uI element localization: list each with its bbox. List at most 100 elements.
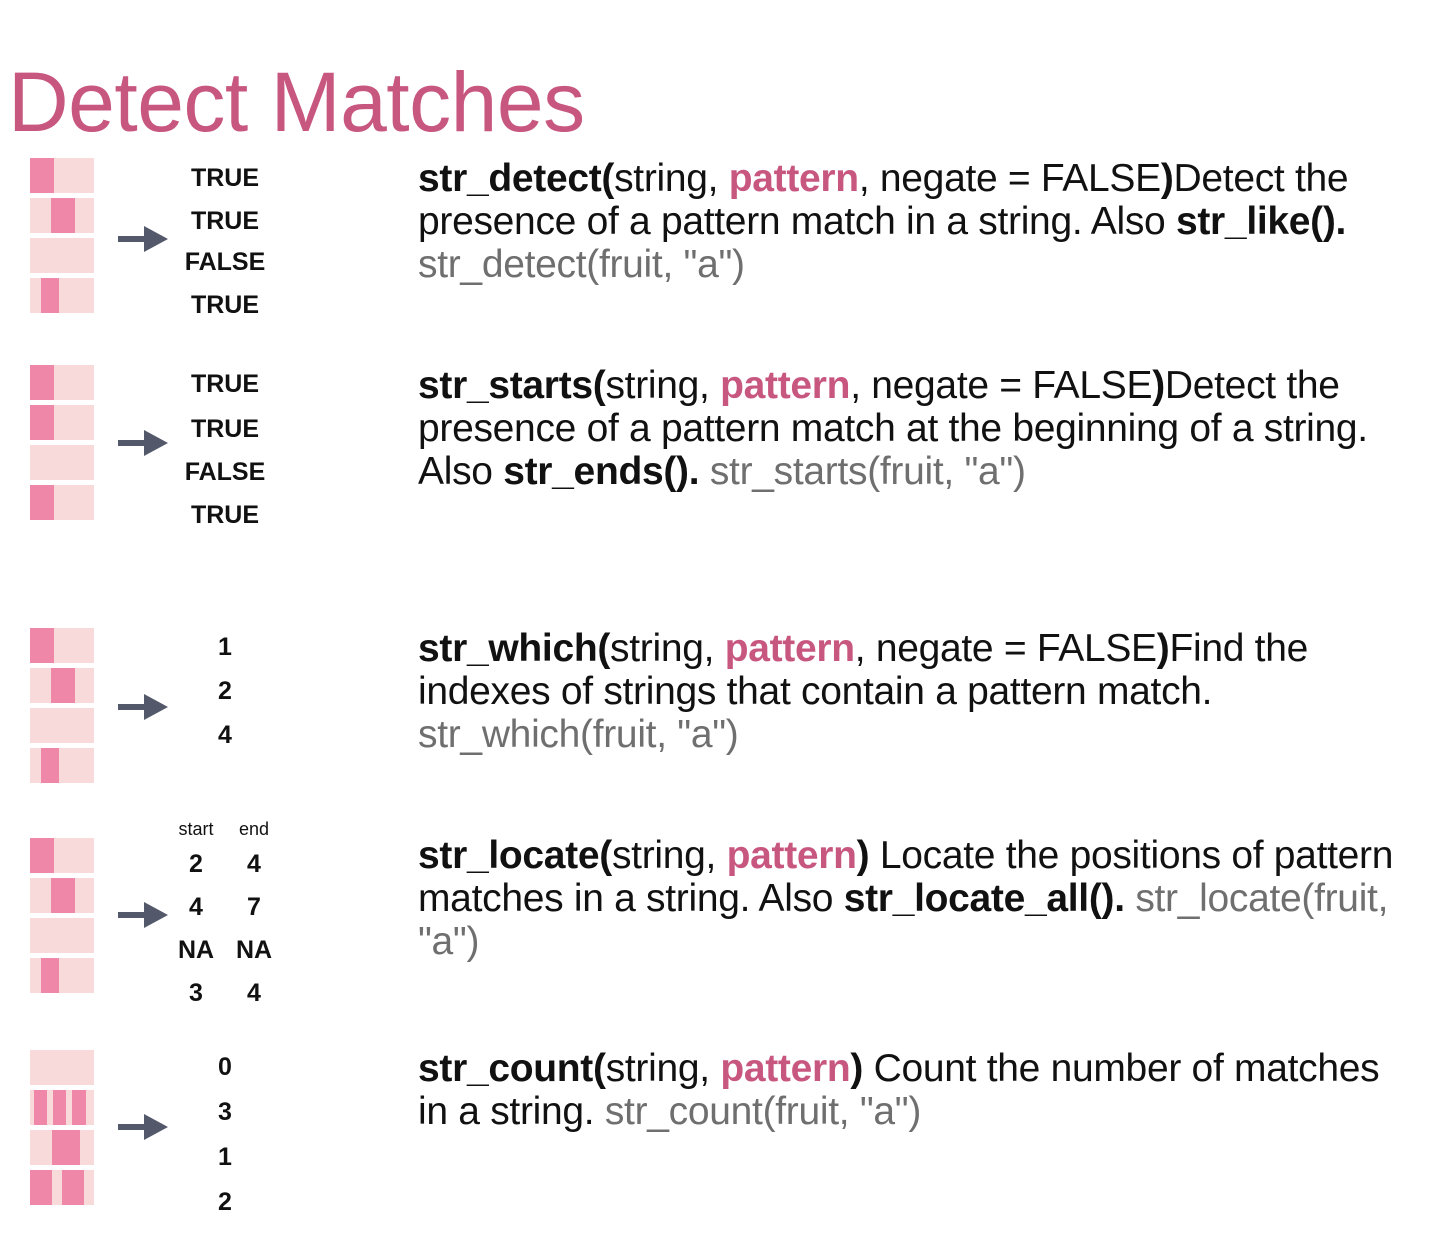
match-highlight [62,1170,84,1205]
string-cell-row [30,838,94,873]
string-cell-row [30,365,94,400]
result-value: TRUE [190,501,260,529]
string-cells-count-icon [30,1050,94,1205]
string-cell-row [30,158,94,193]
result-values-str_count: 0 3 1 2 [150,1055,300,1235]
result-value: NA [177,936,215,964]
function-description-str_count: str_count(string, pattern) Count the num… [418,1047,1418,1134]
match-highlight [30,405,54,440]
locate-table-row: NA NA [150,938,300,963]
match-highlight [30,365,54,400]
function-args-pre: string, [610,627,725,670]
string-cell-row [30,958,94,993]
result-values-str_which: 1 2 4 [150,635,300,815]
function-description-str_detect: str_detect(string, pattern, negate = FAL… [418,157,1418,287]
string-cell-row [30,628,94,663]
related-function: str_ends() [503,449,689,493]
code-example: str_starts(fruit, "a") [709,449,1026,493]
locate-table-header: start end [150,820,300,838]
function-close-paren: ) [1160,157,1174,200]
result-value: 4 [247,850,261,878]
function-description-str_which: str_which(string, pattern, negate = FALS… [418,627,1418,757]
result-value: FALSE [184,458,266,486]
pattern-keyword: pattern [720,364,851,407]
function-args-post: , negate = FALSE [850,364,1153,407]
string-cell-row [30,668,94,703]
function-name: str_detect( [418,157,615,200]
function-name: str_count( [418,1047,606,1090]
result-values-str_starts: TRUE TRUE FALSE TRUE [150,372,300,552]
result-value: NA [235,936,273,964]
function-args-pre: string, [611,834,727,877]
related-function-suffix: . [1335,199,1347,243]
match-highlight [34,1090,47,1125]
string-cell-row [30,878,94,913]
result-value: 1 [218,1143,232,1171]
result-values-str_detect: TRUE TRUE FALSE TRUE [150,166,300,346]
result-value: TRUE [190,207,260,235]
pattern-keyword: pattern [728,157,859,200]
code-example: str_which(fruit, "a") [418,712,739,756]
column-header: end [238,819,270,839]
string-cell-row [30,1170,94,1205]
function-args-pre: string, [614,157,729,200]
pattern-keyword: pattern [726,834,857,877]
function-close-paren: ) [850,1047,864,1090]
match-highlight [51,198,75,233]
match-highlight [53,1090,66,1125]
string-cell-row [30,278,94,313]
match-highlight [51,668,75,703]
function-close-paren: ) [1152,364,1165,407]
match-highlight [30,158,54,193]
code-example: str_detect(fruit, "a") [418,242,745,286]
match-highlight [41,278,59,313]
locate-table-row: 47 [150,895,300,920]
string-cell-row [30,748,94,783]
match-highlight [41,748,59,783]
result-value: 2 [218,677,232,705]
result-value: TRUE [190,415,260,443]
related-function: str_like() [1175,199,1336,243]
string-cell-row [30,708,94,743]
result-value: 4 [218,721,232,749]
string-cell-row [30,1090,94,1125]
result-value: 1 [218,633,232,661]
string-cells-which-icon [30,628,94,783]
result-value: 7 [247,893,261,921]
function-close-paren: ) [1156,627,1170,670]
column-header: start [178,819,214,839]
string-cell-row [30,918,94,953]
related-function: str_locate_all() [843,876,1115,920]
string-cell-row [30,485,94,520]
function-args-post: , negate = FALSE [854,627,1157,670]
result-value: 3 [189,979,203,1007]
function-name: str_starts( [418,364,606,407]
pattern-keyword: pattern [720,1047,851,1090]
function-args-post: , negate = FALSE [858,157,1161,200]
result-value: TRUE [190,164,260,192]
result-value: 4 [247,979,261,1007]
string-cells-starts-icon [30,365,94,520]
result-value: 0 [218,1053,232,1081]
match-highlight [41,958,59,993]
string-cells-detect-icon [30,158,94,313]
locate-table-row: 24 [150,852,300,877]
match-highlight [30,1170,52,1205]
string-cells-locate-icon [30,838,94,993]
string-cell-row [30,1130,94,1165]
page-title: Detect Matches [8,55,585,150]
result-values-str_locate: start end 2 4 4 7 NA NA 3 4 [150,820,300,1006]
related-function-suffix: . [688,449,710,493]
string-cell-row [30,1050,94,1085]
string-cell-row [30,405,94,440]
string-cell-row [30,445,94,480]
result-value: FALSE [184,248,266,276]
match-highlight [72,1090,86,1125]
function-name: str_locate( [418,834,612,877]
result-value: TRUE [190,291,260,319]
result-value: 2 [218,1188,232,1216]
function-args-pre: string, [605,364,721,407]
string-cell-row [30,198,94,233]
result-value: 3 [218,1098,232,1126]
function-description-str_starts: str_starts(string, pattern, negate = FAL… [418,364,1418,494]
